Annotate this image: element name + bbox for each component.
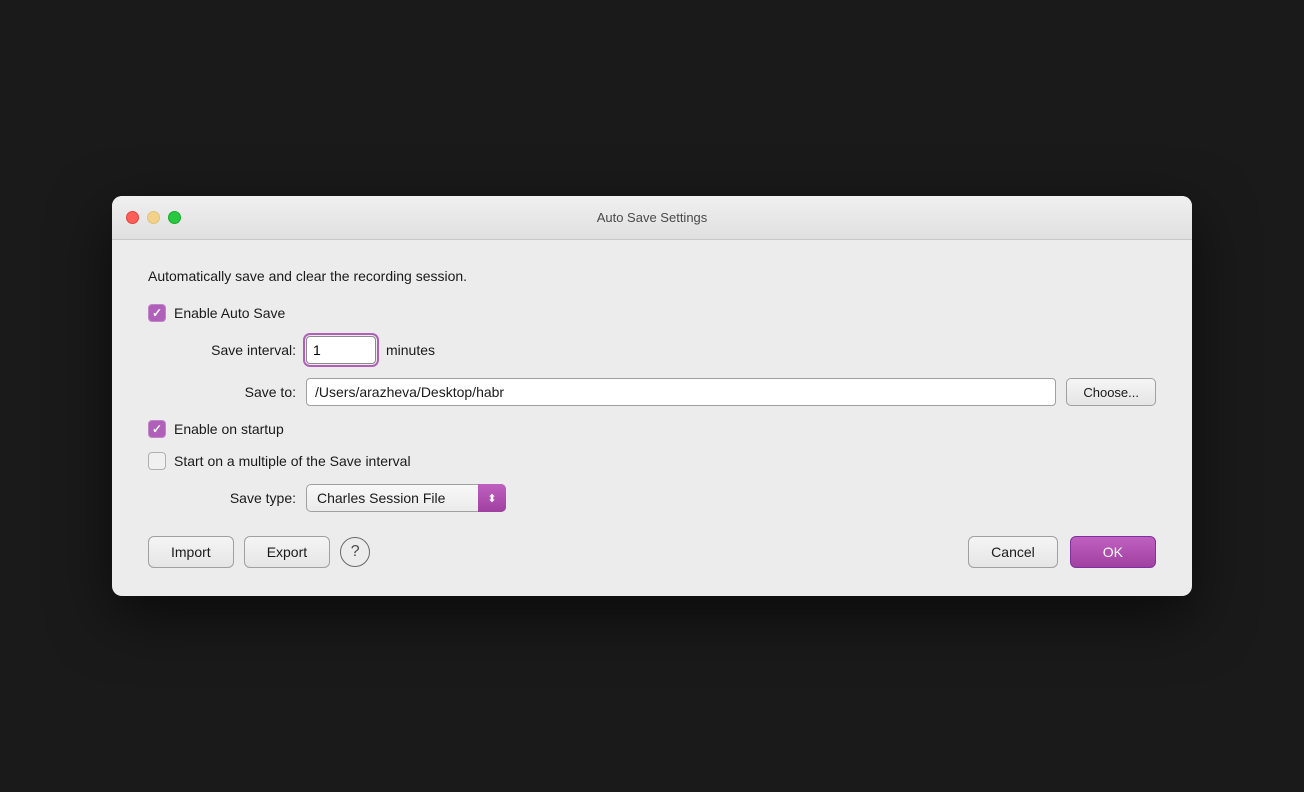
description-text: Automatically save and clear the recordi…	[148, 268, 1156, 284]
start-on-multiple-checkbox[interactable]: ✓	[148, 452, 166, 470]
ok-button[interactable]: OK	[1070, 536, 1156, 568]
start-on-multiple-row: ✓ Start on a multiple of the Save interv…	[148, 452, 1156, 470]
cancel-button[interactable]: Cancel	[968, 536, 1058, 568]
interval-unit-label: minutes	[386, 342, 435, 358]
auto-save-settings-window: Auto Save Settings Automatically save an…	[112, 196, 1192, 596]
save-to-row: Save to: Choose...	[176, 378, 1156, 406]
save-type-label: Save type:	[176, 490, 296, 506]
traffic-lights	[126, 211, 181, 224]
choose-button[interactable]: Choose...	[1066, 378, 1156, 406]
checkmark-icon-2: ✓	[152, 423, 162, 435]
save-type-wrapper: Charles Session File HAR File XML ⬍	[306, 484, 506, 512]
enable-on-startup-checkbox[interactable]: ✓	[148, 420, 166, 438]
checkmark-icon: ✓	[152, 307, 162, 319]
minimize-button[interactable]	[147, 211, 160, 224]
save-type-select[interactable]: Charles Session File HAR File XML	[306, 484, 506, 512]
maximize-button[interactable]	[168, 211, 181, 224]
enable-auto-save-checkbox[interactable]: ✓	[148, 304, 166, 322]
save-to-label: Save to:	[176, 384, 296, 400]
enable-on-startup-row: ✓ Enable on startup	[148, 420, 1156, 438]
close-button[interactable]	[126, 211, 139, 224]
save-interval-row: Save interval: minutes	[176, 336, 1156, 364]
dialog-content: Automatically save and clear the recordi…	[112, 240, 1192, 596]
footer: Import Export ? Cancel OK	[148, 536, 1156, 568]
help-button[interactable]: ?	[340, 537, 370, 567]
footer-left: Import Export ?	[148, 536, 370, 568]
save-to-input[interactable]	[306, 378, 1056, 406]
window-title: Auto Save Settings	[597, 210, 708, 225]
save-interval-input[interactable]	[306, 336, 376, 364]
enable-auto-save-row: ✓ Enable Auto Save	[148, 304, 1156, 322]
save-type-row: Save type: Charles Session File HAR File…	[176, 484, 1156, 512]
enable-on-startup-label: Enable on startup	[174, 421, 284, 437]
start-on-multiple-label: Start on a multiple of the Save interval	[174, 453, 411, 469]
title-bar: Auto Save Settings	[112, 196, 1192, 240]
footer-right: Cancel OK	[968, 536, 1156, 568]
import-button[interactable]: Import	[148, 536, 234, 568]
enable-auto-save-label: Enable Auto Save	[174, 305, 285, 321]
save-interval-label: Save interval:	[176, 342, 296, 358]
export-button[interactable]: Export	[244, 536, 330, 568]
